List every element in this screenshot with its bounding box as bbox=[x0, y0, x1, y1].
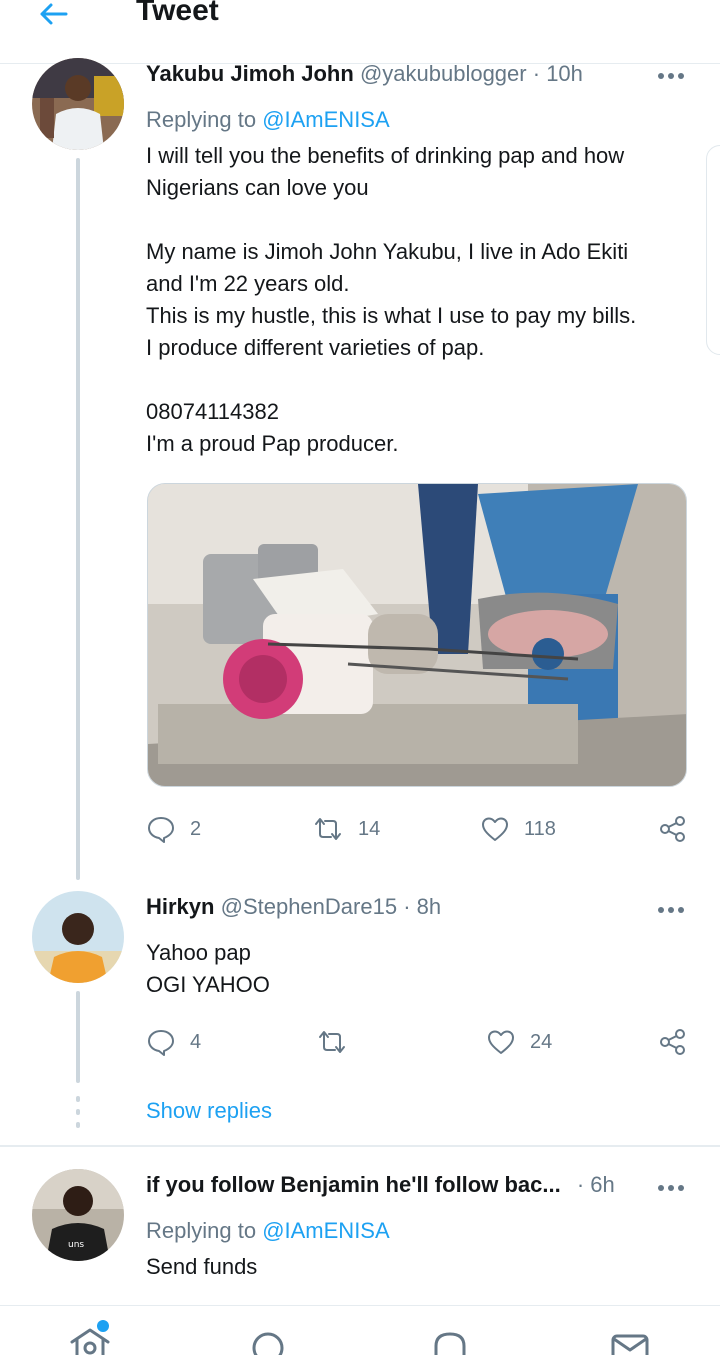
tweet-text: I will tell you the benefits of drinking… bbox=[146, 140, 696, 460]
more-dots-icon bbox=[658, 907, 684, 913]
more-options-button[interactable] bbox=[656, 900, 686, 920]
mention-link[interactable]: @IAmENISA bbox=[262, 1218, 389, 1243]
tweet-line: I'm a proud Pap producer. bbox=[146, 431, 399, 456]
retweet-count: 14 bbox=[358, 817, 381, 840]
home-icon bbox=[70, 1320, 110, 1355]
tweet-time: 8h bbox=[416, 894, 442, 919]
tweet-line: and I'm 22 years old. bbox=[146, 271, 350, 296]
tweet-line: This is my hustle, this is what I use to… bbox=[146, 303, 637, 328]
mention-link[interactable]: @IAmENISA bbox=[262, 107, 389, 132]
tweet-header: Hirkyn @StephenDare15 · 8h bbox=[146, 894, 441, 920]
bottom-nav bbox=[0, 1305, 720, 1355]
tweet-text: Yahoo pap OGI YAHOO bbox=[146, 937, 696, 1001]
tweet-line: I produce different varieties of pap. bbox=[146, 335, 485, 360]
retweet-icon bbox=[315, 818, 341, 840]
heart-icon bbox=[482, 817, 508, 841]
tab-search[interactable] bbox=[238, 1312, 298, 1355]
separator-dot: · bbox=[532, 61, 541, 86]
tweet-time: 6h bbox=[590, 1172, 615, 1197]
display-name[interactable]: if you follow Benjamin he'll follow bac.… bbox=[146, 1172, 561, 1197]
tab-notifications[interactable] bbox=[420, 1312, 480, 1355]
tweet-line: Nigerians can love you bbox=[146, 175, 369, 200]
thread-line bbox=[76, 158, 80, 880]
more-options-button[interactable] bbox=[656, 66, 686, 86]
separator-dot: · bbox=[576, 1172, 585, 1197]
tab-home[interactable] bbox=[62, 1312, 122, 1355]
reply-bubble-icon bbox=[148, 1030, 174, 1056]
avatar[interactable] bbox=[32, 58, 124, 150]
user-handle[interactable]: @StephenDare15 bbox=[221, 894, 397, 919]
show-replies-link[interactable]: Show replies bbox=[146, 1098, 272, 1124]
like-button[interactable]: 118 bbox=[480, 812, 556, 846]
reply-button[interactable]: 4 bbox=[146, 1025, 201, 1059]
back-button[interactable] bbox=[36, 0, 76, 30]
like-button[interactable]: 24 bbox=[486, 1025, 552, 1059]
like-count: 118 bbox=[524, 817, 556, 840]
thread-dots bbox=[76, 1096, 80, 1130]
avatar[interactable] bbox=[32, 891, 124, 983]
retweet-icon bbox=[319, 1031, 345, 1053]
bell-icon bbox=[434, 1332, 466, 1355]
thread-line bbox=[76, 991, 80, 1083]
replying-to-prefix: Replying to bbox=[146, 1218, 263, 1243]
replying-to: Replying to @IAmENISA bbox=[146, 107, 390, 133]
more-options-button[interactable] bbox=[656, 1178, 686, 1198]
reply-count: 2 bbox=[190, 817, 202, 840]
tweet-line: Yahoo pap bbox=[146, 940, 251, 965]
arrow-left-icon bbox=[40, 3, 68, 25]
fab-edge[interactable] bbox=[706, 145, 720, 355]
more-dots-icon bbox=[658, 1185, 684, 1191]
retweet-button[interactable] bbox=[316, 1025, 348, 1059]
reply-count: 4 bbox=[190, 1030, 202, 1053]
display-name[interactable]: Yakubu Jimoh John bbox=[146, 61, 354, 86]
avatar-shirt-text: uns bbox=[68, 1240, 84, 1250]
separator-dot: · bbox=[403, 894, 411, 919]
share-icon bbox=[660, 816, 685, 842]
share-icon bbox=[660, 1029, 685, 1055]
tweet-header: Yakubu Jimoh John @yakubublogger · 10h bbox=[146, 61, 583, 87]
reply-button[interactable]: 2 bbox=[146, 812, 201, 846]
retweet-button[interactable]: 14 bbox=[312, 812, 380, 846]
divider bbox=[0, 1145, 720, 1147]
search-icon bbox=[252, 1332, 284, 1355]
tweet-line bbox=[146, 364, 696, 396]
heart-icon bbox=[488, 1030, 514, 1054]
tweet-line: Send funds bbox=[146, 1254, 258, 1279]
tweet-line bbox=[146, 204, 696, 236]
mail-icon bbox=[611, 1334, 649, 1355]
tweet-line: OGI YAHOO bbox=[146, 972, 270, 997]
tweet-text: Send funds bbox=[146, 1251, 696, 1283]
tweet-line: I will tell you the benefits of drinking… bbox=[146, 143, 625, 168]
more-dots-icon bbox=[658, 73, 684, 79]
share-button[interactable] bbox=[658, 812, 688, 846]
replying-to: Replying to @IAmENISA bbox=[146, 1218, 390, 1244]
like-count: 24 bbox=[530, 1030, 553, 1053]
user-handle[interactable]: @yakubublogger bbox=[360, 61, 527, 86]
page-title: Tweet bbox=[136, 0, 219, 27]
tweet-time: 10h bbox=[546, 61, 583, 86]
replying-to-prefix: Replying to bbox=[146, 107, 263, 132]
share-button[interactable] bbox=[658, 1025, 688, 1059]
avatar[interactable]: uns bbox=[32, 1169, 124, 1261]
top-bar: Tweet bbox=[0, 0, 720, 64]
tweet-line: My name is Jimoh John Yakubu, I live in … bbox=[146, 239, 629, 264]
display-name[interactable]: Hirkyn bbox=[146, 894, 214, 919]
tweet-line: 08074114382 bbox=[146, 399, 279, 424]
tweet-photo[interactable] bbox=[147, 483, 687, 787]
reply-bubble-icon bbox=[148, 817, 174, 843]
tweet-header: if you follow Benjamin he'll follow bac.… bbox=[146, 1172, 616, 1198]
tab-messages[interactable] bbox=[600, 1312, 660, 1355]
